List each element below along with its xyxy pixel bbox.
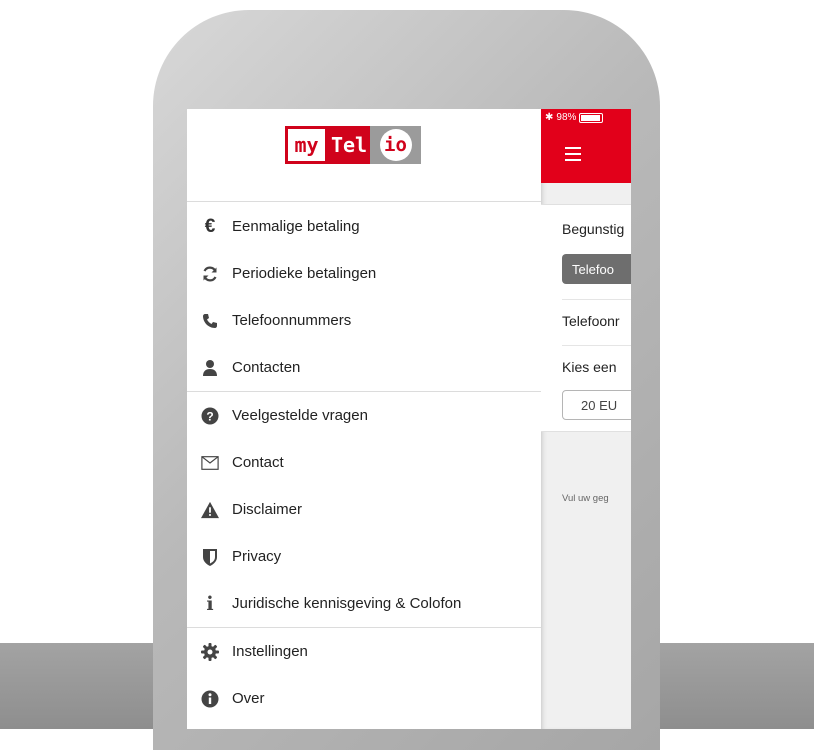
mytelio-logo: my Tel io: [285, 126, 421, 164]
info-circle-icon: [201, 690, 219, 708]
menu-item-veelgestelde-vragen[interactable]: ? Veelgestelde vragen: [187, 392, 541, 439]
svg-text:?: ?: [206, 409, 213, 423]
gear-icon: [201, 642, 219, 661]
side-menu: my Tel io € Eenmalige betaling Periodiek…: [187, 109, 541, 729]
menu-item-label: Juridische kennisgeving & Colofon: [232, 595, 462, 612]
refresh-icon: [201, 265, 219, 283]
menu-item-label: Over: [232, 690, 265, 707]
menu-item-instellingen[interactable]: Instellingen: [187, 628, 541, 675]
status-bar: ✱ 98%: [545, 112, 604, 123]
menu-item-label: Veelgestelde vragen: [232, 407, 368, 424]
menu-item-contact[interactable]: Contact: [187, 439, 541, 486]
menu-item-periodieke-betalingen[interactable]: Periodieke betalingen: [187, 250, 541, 297]
menu-item-telefoonnummers[interactable]: Telefoonnummers: [187, 297, 541, 344]
shield-icon: [201, 548, 219, 566]
phone-tab-button[interactable]: Telefoo: [562, 254, 631, 284]
battery-percent: 98%: [556, 112, 577, 123]
phone-icon: [201, 312, 219, 330]
menu-item-label: Telefoonnummers: [232, 312, 352, 329]
question-circle-icon: ?: [201, 407, 219, 425]
footer-note: Vul uw geg: [562, 493, 609, 504]
hamburger-menu-icon[interactable]: [565, 147, 581, 165]
logo-io: io: [370, 126, 421, 164]
envelope-icon: [201, 454, 219, 472]
payment-form: Begunstig Telefoo Telefoonr Kies een 20 …: [541, 204, 631, 432]
menu-item-label: Periodieke betalingen: [232, 265, 377, 282]
app-header: ✱ 98%: [541, 109, 631, 183]
euro-icon: €: [204, 215, 216, 237]
menu-item-over[interactable]: Over: [187, 675, 541, 722]
menu-item-label: Disclaimer: [232, 501, 303, 518]
menu-item-privacy[interactable]: Privacy: [187, 533, 541, 580]
menu-item-label: Instellingen: [232, 643, 308, 660]
amount-select[interactable]: 20 EU: [562, 390, 631, 420]
form-divider: [562, 345, 631, 346]
menu-item-label: Eenmalige betaling: [232, 218, 360, 235]
menu-item-label: Contact: [232, 454, 284, 471]
user-icon: [201, 359, 219, 377]
main-screen-peek: ✱ 98% Begunstig Telefoo Telefoonr Kies e…: [541, 109, 631, 729]
logo-area: my Tel io: [187, 109, 541, 202]
menu-item-juridische-kennisgeving[interactable]: i Juridische kennisgeving & Colofon: [187, 580, 541, 627]
beneficiary-label: Begunstig: [562, 221, 625, 237]
menu-item-contacten[interactable]: Contacten: [187, 344, 541, 391]
bluetooth-icon: ✱: [545, 112, 554, 123]
menu-item-disclaimer[interactable]: Disclaimer: [187, 486, 541, 533]
battery-icon: [579, 112, 604, 123]
warning-icon: [201, 501, 219, 519]
logo-my: my: [285, 126, 328, 164]
form-divider: [562, 299, 631, 300]
menu-item-label: Contacten: [232, 359, 301, 376]
phone-screen: my Tel io € Eenmalige betaling Periodiek…: [187, 109, 631, 729]
info-icon: i: [206, 592, 214, 615]
choose-amount-label: Kies een: [562, 359, 617, 375]
logo-tel: Tel: [328, 126, 370, 164]
menu-item-label: Privacy: [232, 548, 282, 565]
phone-number-label: Telefoonr: [562, 313, 620, 329]
menu-item-eenmalige-betaling[interactable]: € Eenmalige betaling: [187, 203, 541, 250]
